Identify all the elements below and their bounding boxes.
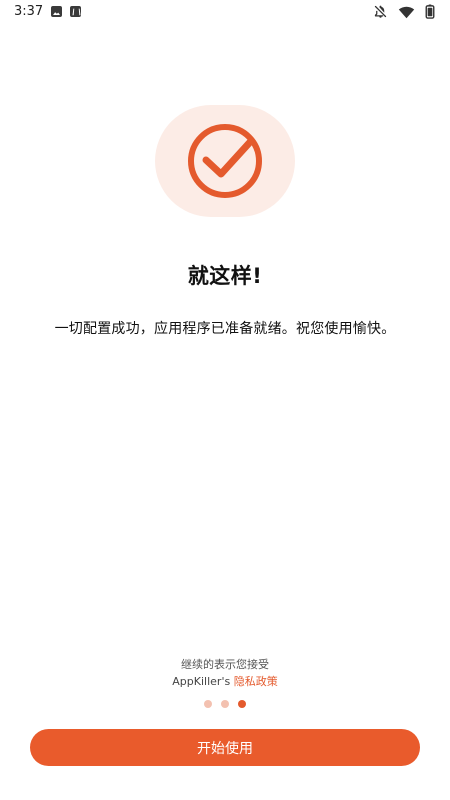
status-bar: 3:37 [0, 0, 450, 24]
notifications-off-icon [373, 4, 388, 19]
app-name: AppKiller's [172, 675, 231, 688]
success-message: 一切配置成功，应用程序已准备就绪。祝您使用愉快。 [54, 321, 396, 337]
status-time: 3:37 [14, 4, 44, 19]
alpha-icon [70, 6, 81, 17]
pagination-dot-active [238, 700, 246, 708]
status-left-icons [51, 6, 81, 17]
photo-icon [51, 6, 62, 17]
page-title: 就这样! [187, 264, 263, 288]
privacy-policy-link[interactable]: 隐私政策 [234, 675, 278, 688]
check-circle-icon [188, 124, 262, 198]
pagination-dot [204, 700, 212, 708]
consent-line: AppKiller's 隐私政策 [0, 673, 450, 689]
status-right-icons [373, 4, 435, 19]
battery-icon [425, 4, 435, 19]
pagination-dot [221, 700, 229, 708]
hero-circle [155, 105, 295, 217]
pagination-dots [0, 700, 450, 708]
wifi-icon [398, 5, 415, 19]
consent-text: 继续的表示您接受 [181, 658, 269, 671]
start-button[interactable]: 开始使用 [30, 729, 420, 766]
